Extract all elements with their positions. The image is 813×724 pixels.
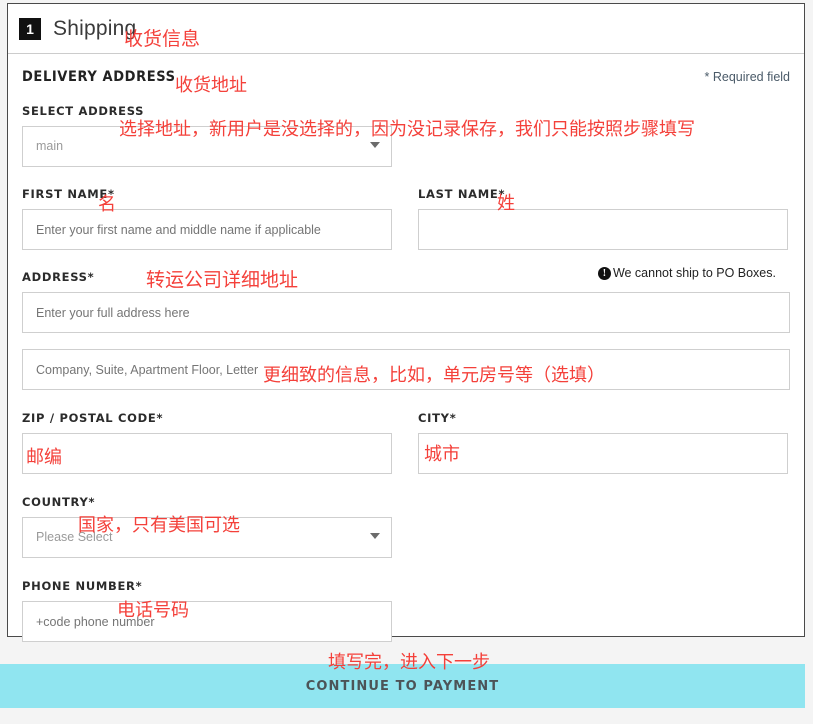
checkout-shipping-screen: 1 Shipping * Required field DELIVERY ADD… [0, 0, 813, 724]
address2-input[interactable] [22, 349, 790, 390]
info-icon: ! [598, 267, 611, 280]
page-title: Shipping [53, 17, 136, 41]
country-label: COUNTRY* [22, 495, 95, 509]
shipping-step-card: 1 Shipping * Required field DELIVERY ADD… [7, 3, 805, 637]
last-name-label: LAST NAME* [418, 187, 505, 201]
po-box-note: ! We cannot ship to PO Boxes. [598, 266, 776, 280]
last-name-group: LAST NAME* [418, 185, 788, 250]
country-group: COUNTRY* Please Select [22, 493, 790, 558]
chevron-down-icon [370, 533, 380, 539]
delivery-address-heading-group: DELIVERY ADDRESS [22, 68, 790, 86]
continue-to-payment-button[interactable]: CONTINUE TO PAYMENT [0, 664, 805, 708]
address-label: ADDRESS* [22, 270, 94, 284]
first-name-input[interactable] [22, 209, 392, 250]
zip-city-row: ZIP / POSTAL CODE* CITY* [22, 409, 790, 474]
phone-group: PHONE NUMBER* [22, 577, 790, 642]
city-label: CITY* [418, 411, 456, 425]
select-address-value[interactable]: main [22, 126, 392, 167]
first-name-group: FIRST NAME* [22, 185, 392, 250]
select-address-group: SELECT ADDRESS main [22, 102, 790, 167]
city-input[interactable] [418, 433, 788, 474]
chevron-down-icon [370, 142, 380, 148]
zip-label: ZIP / POSTAL CODE* [22, 411, 163, 425]
last-name-input[interactable] [418, 209, 788, 250]
select-address-label: SELECT ADDRESS [22, 104, 144, 118]
step-header: 1 Shipping [8, 4, 804, 54]
shipping-form: * Required field DELIVERY ADDRESS SELECT… [8, 54, 804, 642]
address2-group [22, 349, 790, 390]
zip-group: ZIP / POSTAL CODE* [22, 409, 392, 474]
continue-to-payment-label: CONTINUE TO PAYMENT [306, 679, 500, 694]
select-address-dropdown[interactable]: main [22, 126, 392, 167]
zip-input[interactable] [22, 433, 392, 474]
address-group: ADDRESS* ! We cannot ship to PO Boxes. [22, 268, 790, 333]
step-number-badge: 1 [19, 18, 41, 40]
po-box-note-text: We cannot ship to PO Boxes. [613, 266, 776, 280]
required-field-note: * Required field [705, 70, 790, 84]
phone-label: PHONE NUMBER* [22, 579, 142, 593]
country-value[interactable]: Please Select [22, 517, 392, 558]
name-row: FIRST NAME* LAST NAME* [22, 185, 790, 250]
section-title-delivery-address: DELIVERY ADDRESS [22, 69, 176, 85]
city-group: CITY* [418, 409, 788, 474]
address-input[interactable] [22, 292, 790, 333]
phone-input[interactable] [22, 601, 392, 642]
country-dropdown[interactable]: Please Select [22, 517, 392, 558]
first-name-label: FIRST NAME* [22, 187, 115, 201]
